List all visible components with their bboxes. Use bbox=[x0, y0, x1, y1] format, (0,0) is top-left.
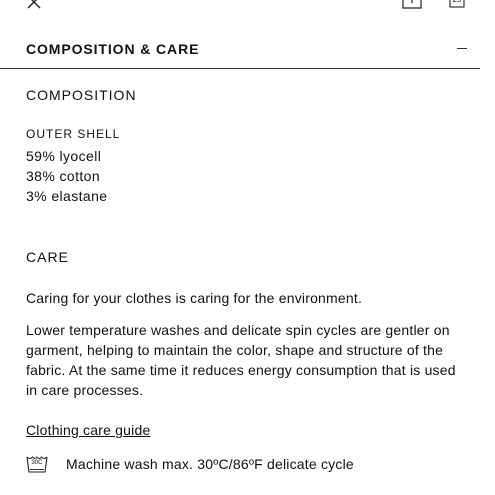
outer-shell-label: OUTER SHELL bbox=[26, 127, 121, 141]
material-item: 59% lyocell bbox=[26, 148, 102, 164]
care-intro: Caring for your clothes is caring for th… bbox=[26, 290, 363, 306]
section-title: COMPOSITION & CARE bbox=[26, 41, 200, 57]
care-instruction-text: Machine wash max. 30ºC/86ºF delicate cyc… bbox=[66, 456, 354, 472]
composition-care-content: COMPOSITION OUTER SHELL 59% lyocell 38% … bbox=[26, 86, 471, 476]
share-icon[interactable] bbox=[402, 0, 422, 10]
material-item: 3% elastane bbox=[26, 188, 108, 204]
composition-heading: COMPOSITION bbox=[26, 87, 137, 103]
care-heading: CARE bbox=[26, 249, 69, 265]
material-item: 38% cotton bbox=[26, 168, 101, 184]
care-description: Lower temperature washes and delicate sp… bbox=[26, 322, 456, 398]
minus-icon[interactable] bbox=[457, 48, 467, 49]
composition-care-header[interactable]: COMPOSITION & CARE bbox=[0, 30, 480, 69]
wash-temp-label: 30C bbox=[31, 460, 43, 466]
clothing-care-guide-link[interactable]: Clothing care guide bbox=[26, 422, 150, 438]
close-icon[interactable] bbox=[26, 0, 42, 10]
top-bar: 29 bbox=[0, 0, 495, 14]
calendar-day-number: 29 bbox=[449, 0, 465, 6]
care-instruction: 30C Machine wash max. 30ºC/86ºF delicate… bbox=[26, 452, 471, 476]
